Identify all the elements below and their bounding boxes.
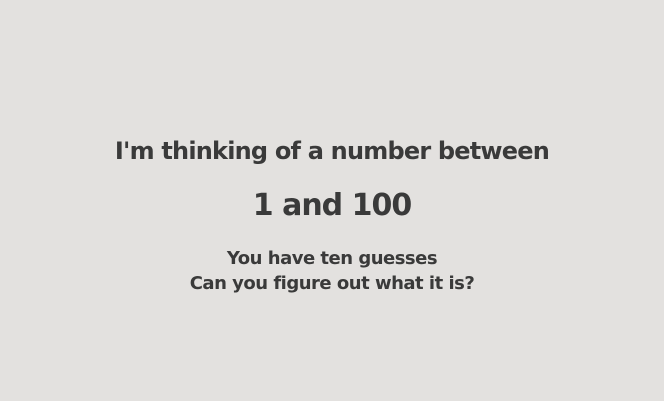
question-text: Can you figure out what it is? (189, 273, 475, 294)
instructions: You have ten guesses Can you figure out … (0, 246, 664, 296)
number-range: 1 and 100 (252, 188, 412, 223)
intro-text: I'm thinking of a number between (114, 137, 550, 165)
guesses-text: You have ten guesses (226, 248, 438, 269)
